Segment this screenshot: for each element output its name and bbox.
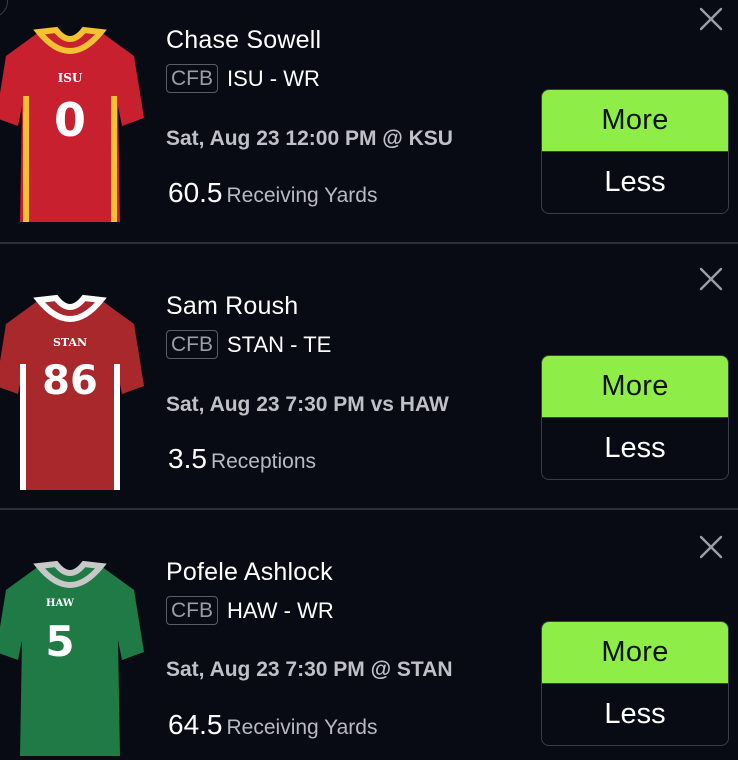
- more-button[interactable]: More: [542, 90, 728, 151]
- scroll-handle[interactable]: [0, 0, 8, 18]
- pick-selector: More Less: [541, 355, 729, 480]
- team-position: STAN - TE: [227, 331, 332, 357]
- league-badge: CFB: [166, 330, 218, 359]
- stat-type: Receptions: [210, 450, 316, 473]
- svg-text:86: 86: [42, 358, 98, 404]
- game-info: Sat, Aug 23 7:30 PM @ STAN: [166, 658, 453, 681]
- less-button[interactable]: Less: [542, 151, 728, 213]
- more-button[interactable]: More: [542, 356, 728, 417]
- league-badge: CFB: [166, 64, 218, 93]
- svg-text:HAW: HAW: [46, 598, 75, 609]
- game-info: Sat, Aug 23 7:30 PM vs HAW: [166, 393, 449, 416]
- less-button[interactable]: Less: [542, 683, 728, 745]
- player-name: Pofele Ashlock: [166, 558, 333, 586]
- team-position: ISU - WR: [227, 65, 320, 91]
- stat-type: Receiving Yards: [226, 716, 378, 739]
- projection-line: 64.5 Receiving Yards: [168, 709, 377, 741]
- close-icon[interactable]: [694, 530, 728, 564]
- player-meta: CFB HAW - WR: [166, 596, 334, 625]
- jersey-icon: STAN 86: [0, 294, 144, 490]
- svg-text:STAN: STAN: [53, 336, 87, 349]
- player-name: Chase Sowell: [166, 26, 322, 54]
- projection-line: 3.5 Receptions: [168, 443, 316, 475]
- game-info: Sat, Aug 23 12:00 PM @ KSU: [166, 127, 453, 150]
- more-button[interactable]: More: [542, 622, 728, 683]
- pick-selector: More Less: [541, 621, 729, 746]
- line-value: 60.5: [168, 177, 223, 208]
- svg-text:0: 0: [54, 93, 86, 147]
- player-meta: CFB ISU - WR: [166, 64, 320, 93]
- projection-card: STAN 86 Sam Roush CFB STAN - TE Sat, Aug…: [0, 244, 738, 510]
- line-value: 3.5: [168, 443, 207, 474]
- projection-line: 60.5 Receiving Yards: [168, 177, 377, 209]
- jersey-icon: HAW 5: [0, 560, 144, 756]
- league-badge: CFB: [166, 596, 218, 625]
- svg-text:ISU: ISU: [58, 71, 83, 85]
- stat-type: Receiving Yards: [226, 184, 378, 207]
- player-meta: CFB STAN - TE: [166, 330, 331, 359]
- jersey-icon: ISU 0: [0, 26, 144, 222]
- less-button[interactable]: Less: [542, 417, 728, 479]
- team-position: HAW - WR: [227, 597, 334, 623]
- svg-text:5: 5: [45, 617, 74, 666]
- close-icon[interactable]: [694, 2, 728, 36]
- projection-card: HAW 5 Pofele Ashlock CFB HAW - WR Sat, A…: [0, 510, 738, 760]
- projection-list: ISU 0 Chase Sowell CFB ISU - WR Sat, Aug…: [0, 0, 738, 760]
- line-value: 64.5: [168, 709, 223, 740]
- player-name: Sam Roush: [166, 292, 299, 320]
- close-icon[interactable]: [694, 262, 728, 296]
- projection-card: ISU 0 Chase Sowell CFB ISU - WR Sat, Aug…: [0, 0, 738, 244]
- pick-selector: More Less: [541, 89, 729, 214]
